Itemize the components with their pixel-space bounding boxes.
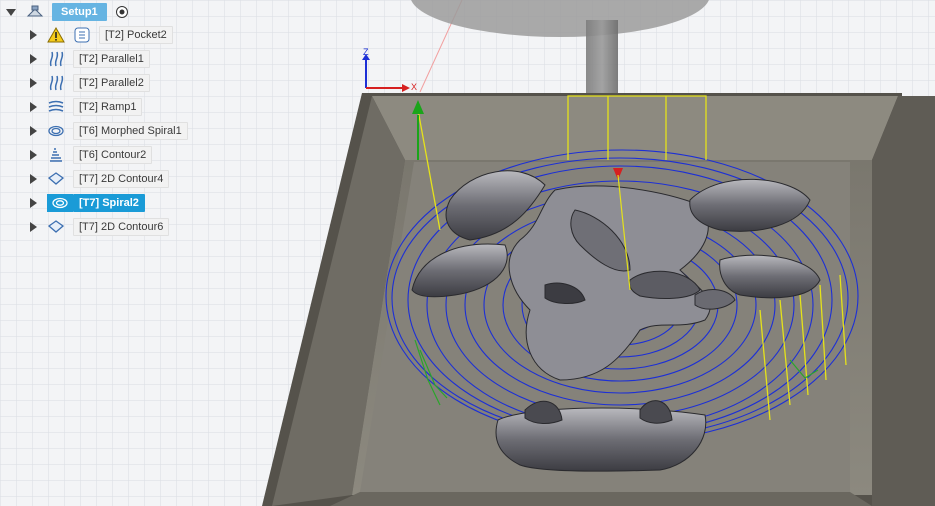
op-label[interactable]: [T7] 2D Contour4 <box>73 170 170 188</box>
op-label[interactable]: [T2] Parallel1 <box>73 50 150 68</box>
op-label[interactable]: [T7] Spiral2 <box>73 194 145 212</box>
radio-target-icon[interactable] <box>115 5 129 19</box>
2d-contour-icon <box>47 170 65 188</box>
expand-arrow-icon[interactable] <box>30 126 37 136</box>
spiral-icon <box>47 194 73 212</box>
tree-row-op-7[interactable]: [T7] Spiral2 <box>30 193 145 213</box>
tree-row-op-5[interactable]: [T6] Contour2 <box>30 145 153 165</box>
expand-arrow-icon[interactable] <box>30 78 37 88</box>
tree-row-op-3[interactable]: [T2] Ramp1 <box>30 97 143 117</box>
op-label[interactable]: [T6] Contour2 <box>73 146 153 164</box>
op-label[interactable]: [T2] Parallel2 <box>73 74 150 92</box>
tree-row-setup[interactable]: Setup1 <box>6 2 129 22</box>
op-label[interactable]: [T2] Ramp1 <box>73 98 143 116</box>
expand-arrow-icon[interactable] <box>30 198 37 208</box>
tree-row-op-0[interactable]: [T2] Pocket2 <box>30 25 173 45</box>
morphed-spiral-icon <box>47 122 65 140</box>
tree-row-op-2[interactable]: [T2] Parallel2 <box>30 73 150 93</box>
warning-icon <box>47 26 65 44</box>
expand-arrow-icon[interactable] <box>30 102 37 112</box>
tree-row-op-1[interactable]: [T2] Parallel1 <box>30 49 150 69</box>
setup-icon <box>26 3 44 21</box>
axis-label-x: X <box>411 82 417 92</box>
axis-label-z: Z <box>363 47 369 57</box>
expand-arrow-icon[interactable] <box>30 150 37 160</box>
expand-arrow-icon[interactable] <box>30 222 37 232</box>
op-label[interactable]: [T6] Morphed Spiral1 <box>73 122 188 140</box>
setup-label[interactable]: Setup1 <box>52 3 107 21</box>
expand-arrow-icon[interactable] <box>30 30 37 40</box>
tree-row-op-4[interactable]: [T6] Morphed Spiral1 <box>30 121 188 141</box>
parallel-icon <box>47 74 65 92</box>
tree-row-op-8[interactable]: [T7] 2D Contour6 <box>30 217 170 237</box>
collapse-arrow-icon[interactable] <box>6 8 16 16</box>
tree-row-op-6[interactable]: [T7] 2D Contour4 <box>30 169 170 189</box>
op-label[interactable]: [T2] Pocket2 <box>99 26 173 44</box>
pocket-icon <box>73 26 91 44</box>
op-label[interactable]: [T7] 2D Contour6 <box>73 218 170 236</box>
ramp-icon <box>47 98 65 116</box>
2d-contour-icon <box>47 218 65 236</box>
contour-icon <box>47 146 65 164</box>
expand-arrow-icon[interactable] <box>30 174 37 184</box>
parallel-icon <box>47 50 65 68</box>
expand-arrow-icon[interactable] <box>30 54 37 64</box>
